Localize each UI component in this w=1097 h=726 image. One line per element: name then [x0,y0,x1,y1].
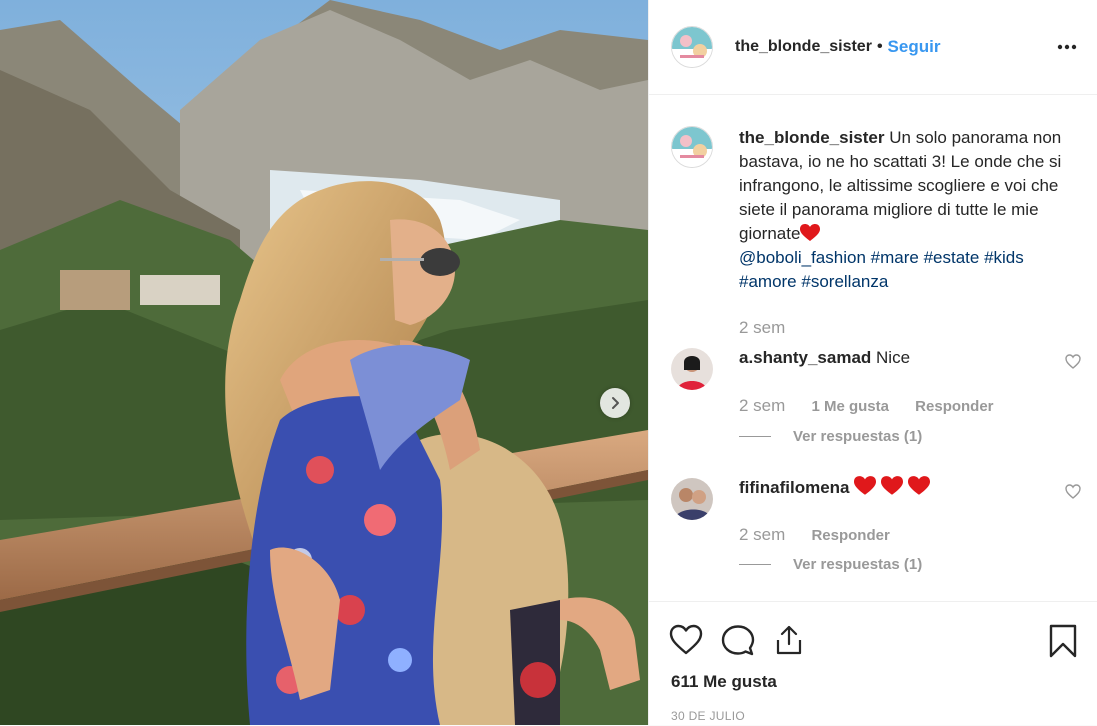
likes-count[interactable]: 611 Me gusta [671,672,777,692]
next-arrow-icon [612,397,619,409]
comment-button[interactable] [721,624,755,661]
post-photo[interactable] [0,0,648,725]
view-replies-button[interactable]: Ver respuestas (1) [739,556,922,573]
red-heart-emoji [800,224,821,241]
save-button[interactable] [1049,624,1077,663]
comment-meta: 2 sem Responder [739,525,890,545]
more-options-icon [1057,44,1077,50]
commenter-avatar[interactable] [671,478,713,520]
like-comment-button[interactable] [1065,354,1081,374]
post-date[interactable]: 30 DE JULIO [671,709,745,723]
commenter-username[interactable]: a.shanty_samad [739,348,871,367]
red-heart-emoji [907,476,930,495]
more-options-button[interactable] [1057,44,1077,50]
caption: the_blonde_sister Un solo panorama non b… [671,126,1079,294]
share-button[interactable] [773,624,805,661]
like-button[interactable] [669,624,703,661]
author-username[interactable]: the_blonde_sister [735,38,872,56]
replies-divider [739,564,771,565]
comment-item: a.shanty_samad Nice [671,348,1081,390]
next-photo-button[interactable] [600,388,630,418]
like-comment-button[interactable] [1065,484,1081,504]
comment-time[interactable]: 2 sem [739,396,785,415]
view-replies-button[interactable]: Ver respuestas (1) [739,428,922,445]
comment-meta: 2 sem 1 Me gusta Responder [739,396,994,416]
bookmark-icon [1049,624,1077,658]
red-heart-emoji [854,476,877,495]
commenter-avatar[interactable] [671,348,713,390]
hashtag-link[interactable]: #kids [984,248,1024,267]
commenter-username[interactable]: fifinafilomena [739,478,850,497]
view-replies-label: Ver respuestas (1) [793,556,923,573]
post-actions: 611 Me gusta 30 DE JULIO [649,601,1097,726]
replies-divider [739,436,771,437]
comments-section[interactable]: the_blonde_sister Un solo panorama non b… [649,96,1097,601]
hashtag-link[interactable]: #estate [924,248,980,267]
hashtag-link[interactable]: #amore [739,272,797,291]
red-heart-emoji [880,476,903,495]
action-bar [669,624,805,661]
post-header: the_blonde_sister • Seguir [649,0,1097,95]
mention-link[interactable]: @boboli_fashion [739,248,866,267]
caption-text: the_blonde_sister Un solo panorama non b… [739,126,1079,294]
photo-image [0,0,648,725]
comment-text: Nice [876,348,911,367]
heart-icon [669,624,703,655]
comment-text [854,476,930,497]
separator-dot: • [876,38,883,55]
hashtag-link[interactable]: #sorellanza [801,272,888,291]
comment-time[interactable]: 2 sem [739,525,785,544]
author-avatar[interactable] [671,26,713,68]
heart-icon [1065,484,1081,499]
post-container: the_blonde_sister • Seguir the_blonde_si… [0,0,1097,725]
reply-button[interactable]: Responder [811,527,889,544]
share-icon [776,625,802,655]
comment-icon [721,625,755,656]
reply-button[interactable]: Responder [915,398,993,415]
view-replies-label: Ver respuestas (1) [793,428,923,445]
comment-item: fifinafilomena [671,476,1081,520]
heart-icon [1065,354,1081,369]
caption-time[interactable]: 2 sem [739,318,785,338]
post-panel: the_blonde_sister • Seguir the_blonde_si… [648,0,1097,725]
comment-likes[interactable]: 1 Me gusta [811,398,889,415]
follow-button[interactable]: Seguir [888,37,941,57]
hashtag-link[interactable]: #mare [871,248,919,267]
caption-avatar[interactable] [671,126,713,168]
caption-username[interactable]: the_blonde_sister [739,128,885,147]
